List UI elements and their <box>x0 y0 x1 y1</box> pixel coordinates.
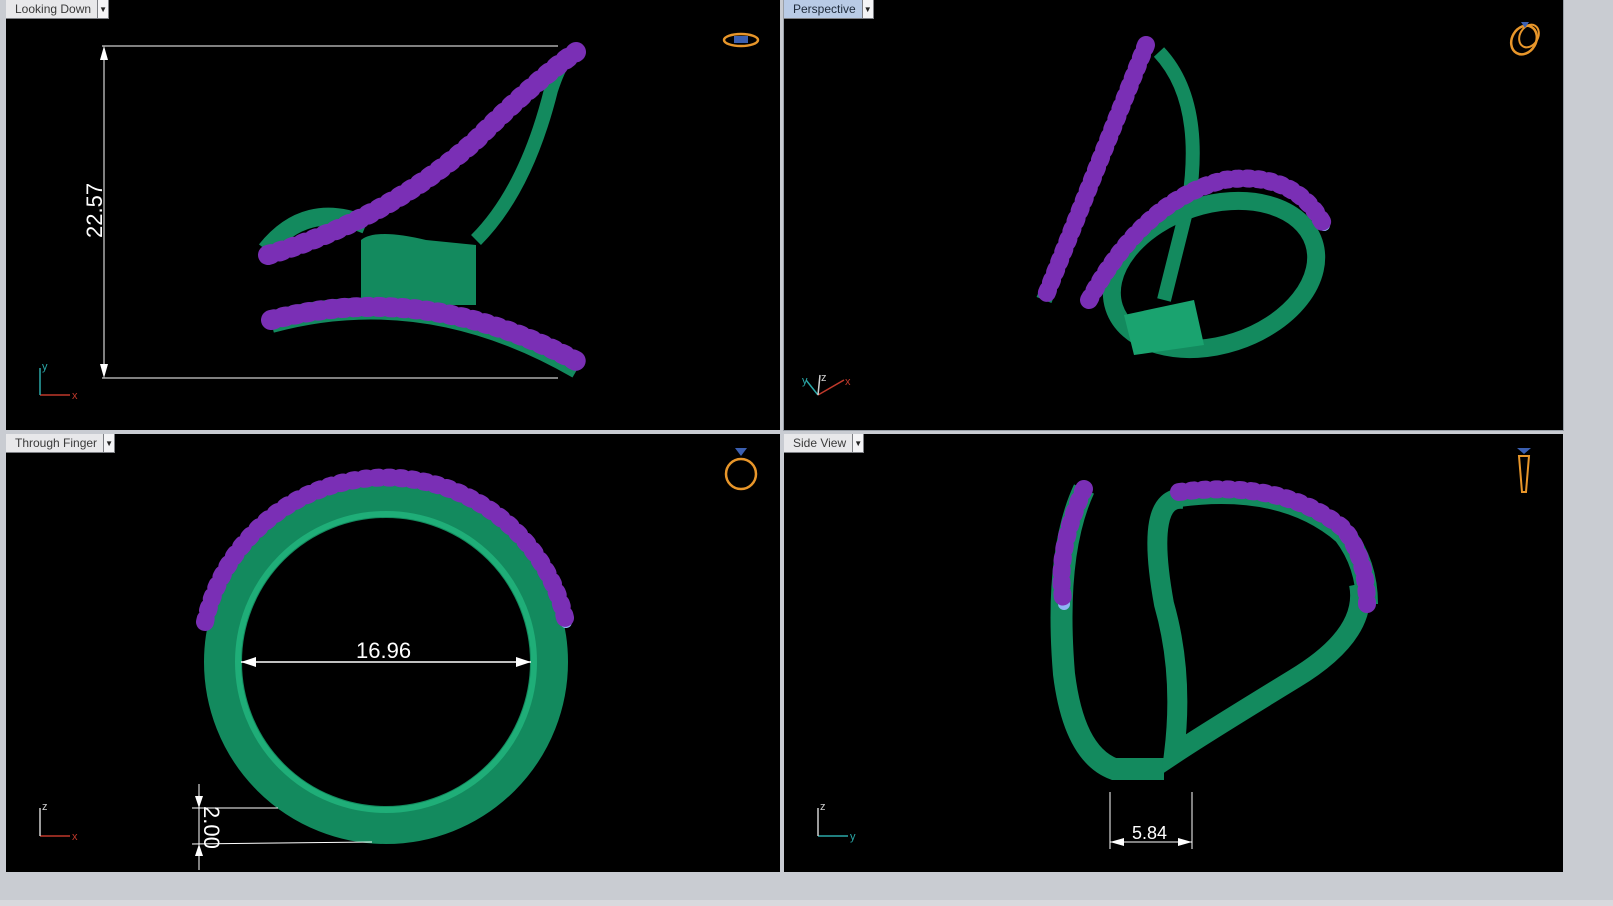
axis-indicator: x z <box>39 801 78 843</box>
viewport-title: Looking Down <box>15 2 92 16</box>
axis-indicator: y z x <box>802 372 851 396</box>
svg-text:y: y <box>802 375 808 387</box>
thickness-dimension-value: 2.00 <box>199 806 224 849</box>
status-bar <box>0 900 1613 906</box>
svg-text:z: z <box>820 801 826 813</box>
svg-text:x: x <box>845 376 851 388</box>
viewport-scene[interactable]: y z x <box>784 0 1563 430</box>
viewport-title: Perspective <box>793 2 856 16</box>
diameter-dimension-value: 16.96 <box>356 638 411 663</box>
viewport-side-view[interactable]: 5.84 y z Side View ▼ <box>784 434 1563 872</box>
ring-front-view-icon[interactable] <box>724 448 758 491</box>
svg-text:x: x <box>72 831 78 843</box>
ring-side-view-icon[interactable] <box>1517 448 1531 493</box>
svg-text:y: y <box>850 831 856 843</box>
svg-text:z: z <box>42 801 48 813</box>
viewport-scene[interactable]: 22.57 x y <box>6 0 780 430</box>
viewport-menu-arrow-icon[interactable]: ▼ <box>861 0 873 18</box>
axis-indicator: x y <box>39 361 78 402</box>
axis-indicator: y z <box>817 801 856 843</box>
ring-model <box>258 42 588 378</box>
viewport-perspective[interactable]: y z x Perspective ▼ <box>783 0 1564 431</box>
viewport-tab-perspective[interactable]: Perspective ▼ <box>784 0 874 19</box>
viewport-title: Through Finger <box>15 436 98 450</box>
svg-text:y: y <box>42 361 48 373</box>
height-dimension-value: 22.57 <box>82 183 107 238</box>
svg-text:x: x <box>72 390 78 402</box>
viewport-looking-down[interactable]: 22.57 x y Looking Down ▼ <box>6 0 780 430</box>
width-dimension: 5.84 <box>1109 792 1193 849</box>
ring-model <box>1050 480 1378 780</box>
viewport-tab-through-finger[interactable]: Through Finger ▼ <box>6 434 116 453</box>
ring-perspective-icon[interactable] <box>1506 21 1543 59</box>
viewport-menu-arrow-icon[interactable]: ▼ <box>852 434 864 452</box>
viewport-menu-arrow-icon[interactable]: ▼ <box>103 434 115 452</box>
viewport-tab-looking-down[interactable]: Looking Down ▼ <box>6 0 110 19</box>
viewport-tab-side-view[interactable]: Side View ▼ <box>784 434 865 453</box>
svg-text:z: z <box>821 372 827 384</box>
viewport-title: Side View <box>793 436 847 450</box>
viewport-menu-arrow-icon[interactable]: ▼ <box>97 0 109 18</box>
width-dimension-value: 5.84 <box>1132 823 1167 843</box>
viewport-through-finger[interactable]: 16.96 2.00 x z Through Finger ▼ <box>6 434 780 872</box>
viewport-scene[interactable]: 5.84 y z <box>784 434 1563 872</box>
ring-top-view-icon[interactable] <box>722 32 760 48</box>
viewport-scene[interactable]: 16.96 2.00 x z <box>6 434 780 872</box>
diameter-dimension: 16.96 <box>241 638 531 667</box>
ring-model <box>1036 36 1333 359</box>
